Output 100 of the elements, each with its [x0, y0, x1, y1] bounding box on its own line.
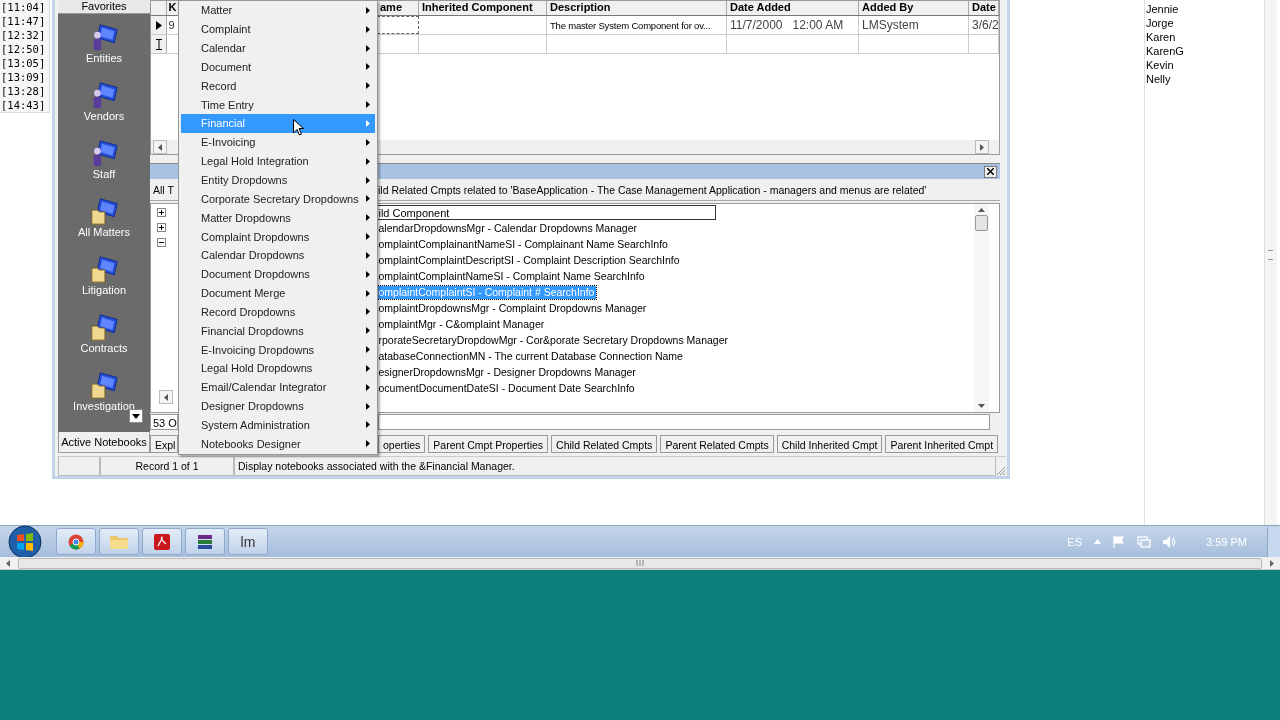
menu-item[interactable]: Entity Dropdowns	[181, 170, 375, 190]
column-header[interactable]: ild Component	[378, 205, 717, 220]
timestamp: [13:28]	[1, 84, 46, 98]
list-item[interactable]: omplaintComplainantNameSI - Complainant Name SearchInfo	[378, 237, 670, 251]
timestamp: [11:47]	[1, 14, 46, 28]
user-name[interactable]: Jorge	[1146, 16, 1174, 30]
scroll-left-button[interactable]	[153, 140, 167, 154]
nav-item[interactable]: Investigation	[58, 362, 150, 420]
list-item[interactable]: omplaintDropdownsMgr - Complaint Dropdowns Manager	[378, 301, 649, 315]
tab[interactable]: Expl	[150, 435, 178, 453]
menu-item[interactable]: Calendar	[181, 38, 375, 58]
tab[interactable]: Parent Cmpt Properties	[428, 435, 549, 453]
scroll-right-button[interactable]	[975, 140, 989, 154]
menu-item[interactable]: Complaint	[181, 19, 375, 39]
timestamp: [12:50]	[1, 42, 46, 56]
user-name[interactable]: Nelly	[1146, 72, 1171, 86]
menu-item[interactable]: Document	[181, 57, 375, 77]
column-header[interactable]: Date Added	[727, 1, 859, 15]
close-button[interactable]	[984, 165, 997, 178]
submenu-arrow-icon	[366, 233, 370, 241]
menu-item[interactable]: System Administration	[181, 415, 375, 435]
folder-icon	[110, 534, 128, 549]
menu-item[interactable]: Corporate Secretary Dropdowns	[181, 189, 375, 209]
submenu-arrow-icon	[366, 138, 370, 146]
nav-item[interactable]: Contracts	[58, 304, 150, 362]
expand-icon[interactable]	[157, 208, 166, 217]
menu-item[interactable]: Matter	[181, 1, 375, 20]
column-header[interactable]: Inherited Component	[419, 1, 547, 15]
start-button[interactable]	[8, 524, 42, 559]
expand-icon[interactable]	[157, 223, 166, 232]
menu-item[interactable]: Notebooks Designer	[181, 434, 375, 454]
user-name[interactable]: Jennie	[1146, 2, 1179, 16]
menu-item[interactable]: E-Invoicing	[181, 132, 375, 152]
nav-item[interactable]: Litigation	[58, 246, 150, 304]
folder-monitor-icon	[89, 254, 119, 284]
tab[interactable]: Child Inherited Cmpt	[776, 435, 883, 453]
scroll-left-button[interactable]	[159, 390, 173, 404]
caption-text: ild Related Cmpts related to 'BaseApplication - The Case Management Application - managers and menus are related'	[378, 182, 927, 197]
menu-item[interactable]: Designer Dropdowns	[181, 396, 375, 416]
nav-item[interactable]: Entities	[58, 14, 150, 72]
menu-item[interactable]: Time Entry	[181, 95, 375, 115]
submenu-arrow-icon	[366, 421, 370, 429]
folder-monitor-icon	[89, 312, 119, 342]
taskbar-button[interactable]	[142, 528, 182, 555]
tab[interactable]: operties	[378, 435, 426, 453]
list-item[interactable]: ocumentDocumentDateSI - Document Date SearchInfo	[378, 381, 637, 395]
list-item[interactable]: omplaintComplaintDescriptSI - Complaint Description SearchInfo	[378, 253, 682, 267]
taskbar-button[interactable]: lm	[228, 528, 268, 555]
column-header[interactable]: Added By	[859, 1, 969, 15]
input-field[interactable]	[378, 414, 990, 430]
scrollbar[interactable]	[1264, 0, 1277, 525]
menu-item[interactable]: Complaint Dropdowns	[181, 227, 375, 246]
list-item[interactable]: omplaintComplaintNameSI - Complaint Name SearchInfo	[378, 269, 647, 283]
tab[interactable]: Active Notebooks	[58, 432, 150, 453]
tab[interactable]: Parent Inherited Cmpt	[885, 435, 999, 453]
user-name[interactable]: Karen	[1146, 30, 1176, 44]
submenu-arrow-icon	[366, 63, 370, 71]
scrollbar[interactable]	[974, 204, 989, 412]
user-name[interactable]: Kevin	[1146, 58, 1174, 72]
scroll-thumb[interactable]	[975, 215, 988, 231]
menu-item[interactable]: Legal Hold Dropdowns	[181, 359, 375, 378]
collapse-icon[interactable]	[157, 238, 166, 247]
taskbar-button[interactable]	[56, 528, 96, 555]
list-item[interactable]: alendarDropdownsMgr - Calendar Dropdowns Manager	[378, 221, 640, 235]
submenu-arrow-icon	[366, 44, 370, 52]
tab[interactable]: Child Related Cmpts	[551, 435, 658, 453]
list-item[interactable]: rporateSecretaryDropdowMgr - Cor&porate Secretary Dropdowns Manager	[378, 333, 731, 347]
user-name[interactable]: KarenG	[1146, 44, 1184, 58]
submenu-arrow-icon	[366, 327, 370, 335]
list-item[interactable]: atabaseConnectionMN - The current Database Connection Name	[378, 349, 685, 363]
menu-item[interactable]: Document Dropdowns	[181, 264, 375, 284]
resize-grip-icon[interactable]	[996, 466, 1006, 476]
list-item[interactable]: esignerDropdownsMgr - Designer Dropdowns Manager	[378, 365, 638, 379]
table-cell: 3/6/2	[972, 18, 998, 32]
mouse-pointer-icon	[293, 119, 304, 136]
count-field[interactable]: 53 O	[150, 414, 178, 430]
nav-item[interactable]: Staff	[58, 130, 150, 188]
submenu-arrow-icon	[366, 364, 370, 372]
menu-item[interactable]: Financial Dropdowns	[181, 321, 375, 341]
menu-item[interactable]: Document Merge	[181, 283, 375, 303]
menu-item[interactable]: Calendar Dropdowns	[181, 245, 375, 265]
nav-item[interactable]: All Matters	[58, 188, 150, 246]
right-arrow-icon	[1270, 559, 1274, 567]
close-icon	[987, 168, 994, 175]
column-header[interactable]: Description	[547, 1, 727, 15]
submenu-arrow-icon	[366, 308, 370, 316]
list-item[interactable]: omplaintMgr - C&omplaint Manager	[378, 317, 547, 331]
nav-item[interactable]: Vendors	[58, 72, 150, 130]
menu-item[interactable]: Legal Hold Integration	[181, 151, 375, 171]
submenu-arrow-icon	[366, 195, 370, 203]
menu-item[interactable]: E-Invoicing Dropdowns	[181, 340, 375, 360]
menu-item[interactable]: Matter Dropdowns	[181, 208, 375, 228]
tab[interactable]: Parent Related Cmpts	[660, 435, 774, 453]
column-header[interactable]: Date	[969, 1, 999, 15]
menu-item[interactable]: Record	[181, 76, 375, 96]
scrollbar[interactable]	[0, 557, 1280, 570]
record-count: Record 1 of 1	[100, 457, 234, 476]
taskbar-button[interactable]	[185, 528, 225, 555]
menu-item[interactable]: Record Dropdowns	[181, 302, 375, 322]
menu-item[interactable]: Email/Calendar Integrator	[181, 377, 375, 397]
